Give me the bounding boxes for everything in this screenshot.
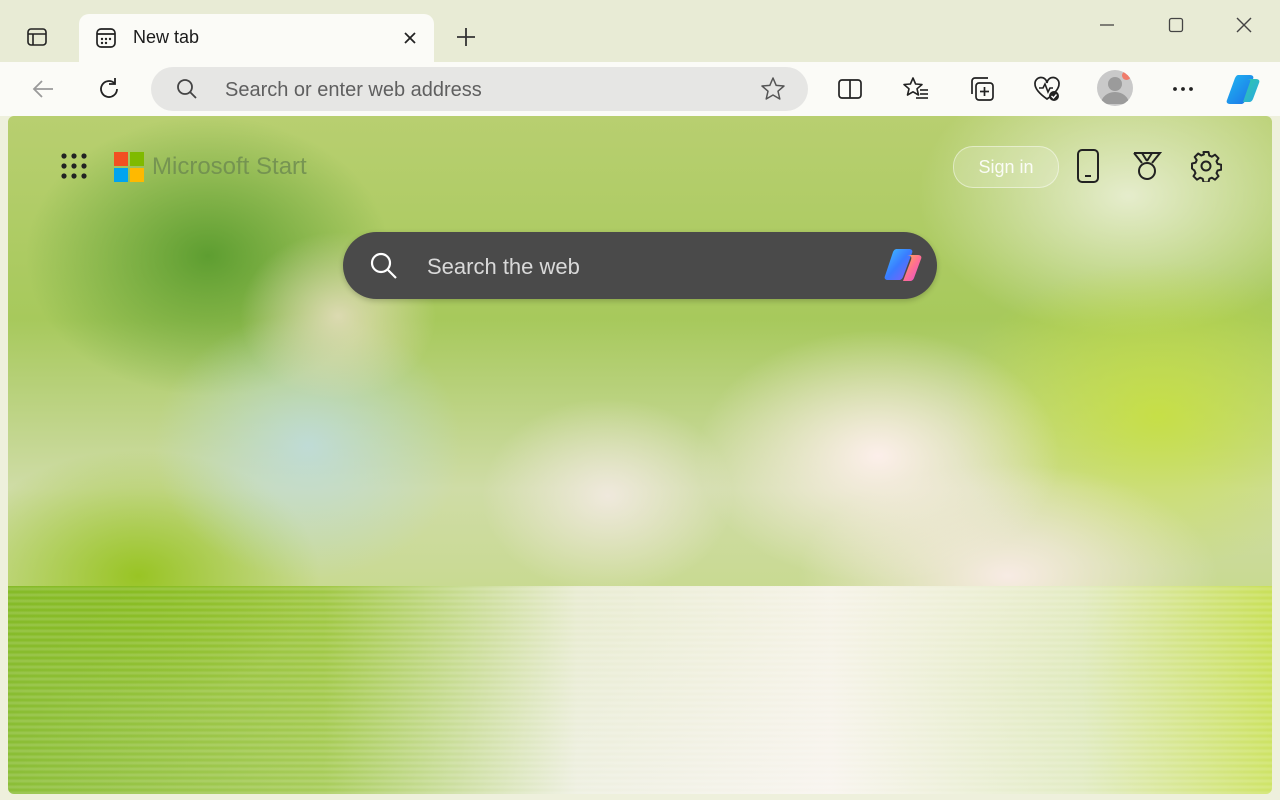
- maximize-button[interactable]: [1146, 8, 1206, 42]
- new-tab-page-icon: [96, 28, 116, 48]
- minimize-icon: [1100, 24, 1114, 26]
- favorite-star-icon[interactable]: [760, 76, 786, 102]
- sign-in-button[interactable]: Sign in: [953, 146, 1059, 188]
- notification-dot: [1122, 71, 1131, 80]
- web-search-input[interactable]: [425, 250, 849, 284]
- search-icon: [370, 252, 397, 279]
- favorites-button[interactable]: [896, 69, 936, 109]
- refresh-icon: [100, 78, 118, 98]
- logo-yellow-square: [130, 168, 144, 182]
- browser-window: New tab Search or enter web address Micr…: [0, 0, 1280, 800]
- new-tab-favicon: [93, 25, 119, 51]
- logo-green-square: [130, 152, 144, 166]
- copilot-icon: [1226, 75, 1260, 104]
- close-window-button[interactable]: [1214, 8, 1274, 42]
- copilot-button[interactable]: [1224, 69, 1264, 109]
- tab-actions-menu-button[interactable]: [18, 19, 56, 55]
- back-icon: [32, 80, 53, 98]
- tab-new-tab[interactable]: New tab: [79, 14, 434, 62]
- split-screen-icon: [838, 79, 862, 99]
- back-button[interactable]: [23, 69, 63, 109]
- minimize-button[interactable]: [1077, 8, 1137, 42]
- refresh-button[interactable]: [89, 69, 129, 109]
- page-settings-button[interactable]: [1186, 146, 1226, 186]
- logo-red-square: [114, 152, 128, 166]
- tab-actions-icon: [27, 28, 47, 46]
- rewards-icon: [1133, 152, 1163, 180]
- phone-icon: [1077, 149, 1099, 183]
- settings-icon: [1191, 151, 1222, 182]
- settings-and-more-button[interactable]: [1163, 69, 1203, 109]
- brand-name: Microsoft Start: [152, 153, 307, 180]
- logo-blue-square: [114, 168, 128, 182]
- collections-icon: [971, 77, 994, 101]
- apps-launcher-button[interactable]: [54, 146, 94, 186]
- close-icon: [404, 32, 416, 44]
- copilot-search-icon[interactable]: [881, 243, 927, 289]
- search-icon: [177, 79, 197, 99]
- address-bar[interactable]: [151, 67, 808, 111]
- phone-button[interactable]: [1068, 146, 1108, 186]
- browser-essentials-button[interactable]: [1027, 69, 1067, 109]
- close-tab-button[interactable]: [396, 24, 424, 52]
- browser-toolbar: [0, 62, 1280, 116]
- microsoft-start-brand[interactable]: Microsoft Start: [114, 151, 307, 183]
- split-screen-button[interactable]: [830, 69, 870, 109]
- rewards-button[interactable]: [1127, 146, 1167, 186]
- favorites-icon: [903, 77, 928, 99]
- microsoft-logo-icon: [114, 152, 144, 182]
- tab-title: New tab: [133, 27, 200, 47]
- plus-icon: [457, 28, 475, 46]
- collections-button[interactable]: [962, 69, 1002, 109]
- background-reflection: [8, 586, 1272, 794]
- browser-essentials-icon: [1034, 76, 1060, 101]
- apps-grid-icon: [61, 153, 87, 179]
- maximize-icon: [1168, 17, 1184, 33]
- new-tab-page: Microsoft Start Sign in: [8, 116, 1272, 794]
- more-icon: [1173, 87, 1193, 91]
- profile-button[interactable]: [1097, 70, 1133, 106]
- web-search-box[interactable]: [343, 232, 937, 299]
- title-bar: New tab: [0, 0, 1280, 62]
- address-input[interactable]: [223, 75, 747, 105]
- close-window-icon: [1236, 17, 1252, 33]
- new-tab-button[interactable]: [448, 20, 484, 54]
